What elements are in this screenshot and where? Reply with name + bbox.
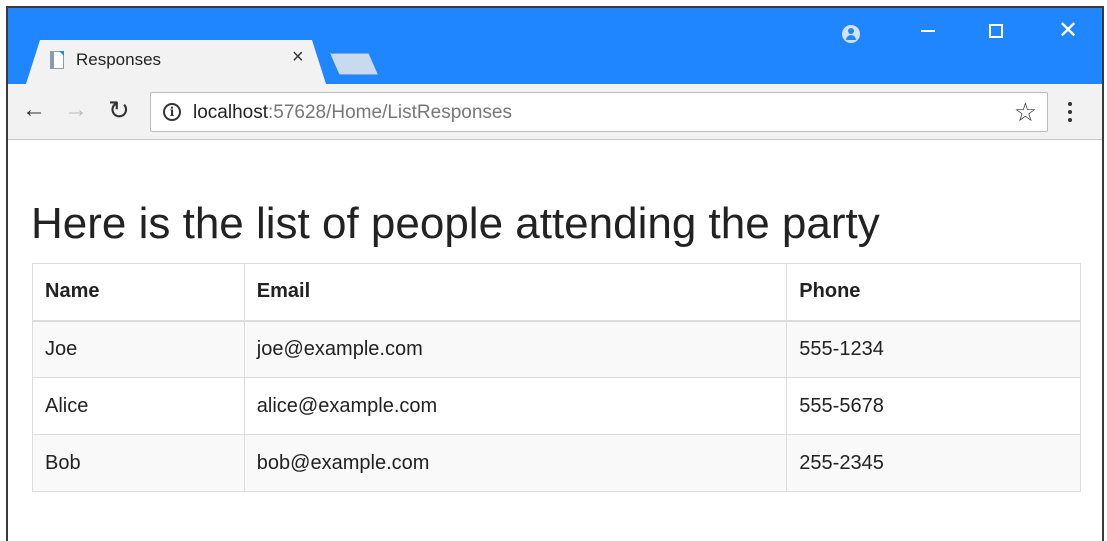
cell-name: Bob [32, 434, 245, 492]
back-arrow-icon[interactable]: ← [22, 98, 46, 122]
maximize-icon[interactable] [976, 18, 1016, 38]
cell-phone: 555-5678 [786, 377, 1081, 435]
table-row: Joe joe@example.com 555-1234 [32, 320, 1081, 378]
page-heading: Here is the list of people attending the… [31, 199, 880, 248]
tab-responses[interactable]: Responses × [26, 40, 326, 84]
page-content: Here is the list of people attending the… [8, 141, 1102, 541]
reload-icon[interactable]: ↻ [108, 97, 130, 123]
tab-close-icon[interactable]: × [292, 47, 304, 67]
cell-name: Alice [32, 377, 245, 435]
table-row: Bob bob@example.com 255-2345 [32, 434, 1081, 492]
close-window-icon[interactable]: ✕ [1048, 18, 1088, 44]
cell-phone: 555-1234 [786, 320, 1081, 378]
url-host: localhost [193, 102, 268, 123]
responses-table: Name Email Phone Joe joe@example.com 555… [32, 263, 1081, 492]
table-row: Alice alice@example.com 555-5678 [32, 377, 1081, 435]
profile-icon[interactable] [842, 25, 860, 43]
cell-email: joe@example.com [243, 320, 788, 378]
title-bar: Responses × ✕ [8, 8, 1102, 84]
browser-toolbar: ← → ↻ i localhost:57628/Home/ListRespons… [8, 84, 1102, 140]
info-icon[interactable]: i [163, 103, 181, 121]
forward-arrow-icon[interactable]: → [64, 98, 88, 122]
header-name: Name [32, 263, 245, 322]
header-phone: Phone [786, 263, 1081, 322]
url-text[interactable]: localhost:57628/Home/ListResponses [193, 102, 512, 124]
header-email: Email [243, 263, 788, 322]
menu-dots-icon[interactable] [1068, 102, 1074, 126]
bookmark-star-icon[interactable]: ☆ [1014, 98, 1037, 126]
table-header-row: Name Email Phone [32, 263, 1081, 322]
tab-title: Responses [76, 50, 162, 69]
address-bar[interactable]: i localhost:57628/Home/ListResponses ☆ [150, 92, 1048, 132]
cell-name: Joe [32, 320, 245, 378]
cell-email: alice@example.com [243, 377, 788, 435]
browser-window: Responses × ✕ ← → ↻ i localhost:57628/Ho… [6, 6, 1104, 541]
cell-phone: 255-2345 [786, 434, 1081, 492]
page-favicon-icon [50, 51, 64, 69]
new-tab-button[interactable] [330, 53, 378, 75]
cell-email: bob@example.com [243, 434, 788, 492]
url-path: :57628/Home/ListResponses [268, 102, 512, 123]
minimize-icon[interactable] [908, 18, 948, 32]
